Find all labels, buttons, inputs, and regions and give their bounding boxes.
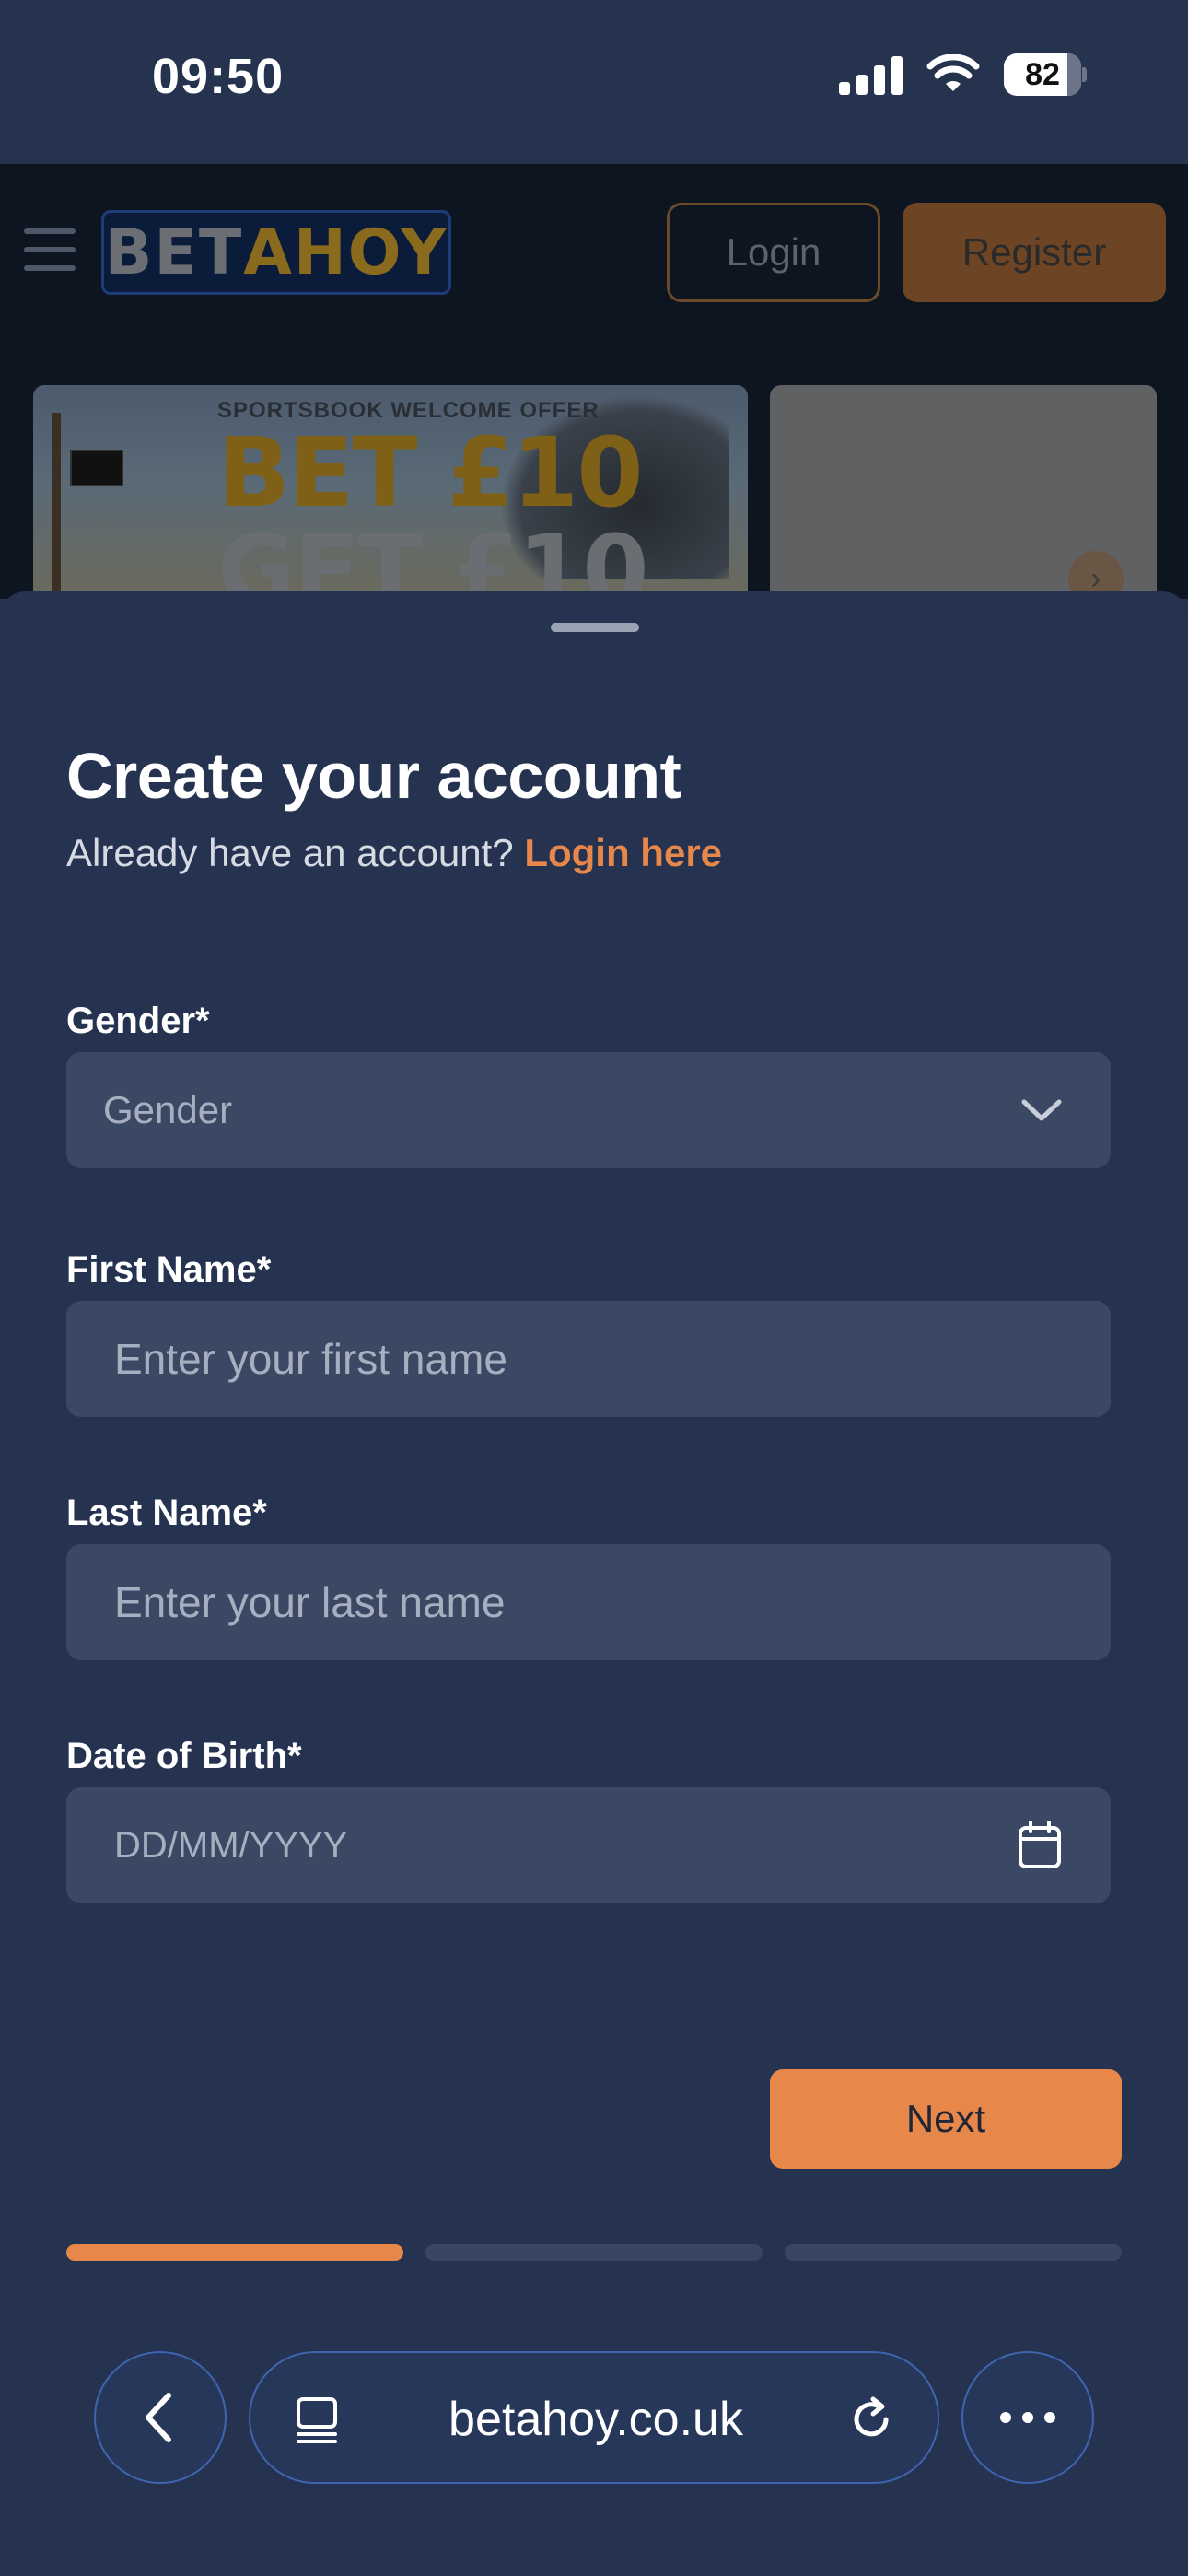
dob-input[interactable] xyxy=(66,1787,1111,1903)
browser-toolbar: betahoy.co.uk xyxy=(0,2340,1188,2576)
pirate-flag-icon xyxy=(70,450,123,486)
chevron-down-icon xyxy=(1021,1099,1062,1121)
status-bar: 09:50 82 xyxy=(0,0,1188,164)
menu-icon[interactable] xyxy=(24,228,76,271)
progress-step-2 xyxy=(425,2244,763,2261)
last-name-label: Last Name* xyxy=(66,1493,267,1533)
sheet-grabber[interactable] xyxy=(551,623,639,632)
step-progress xyxy=(66,2244,1122,2263)
battery-icon: 82 xyxy=(1004,53,1087,96)
login-prompt: Already have an account? Login here xyxy=(66,831,722,875)
banner-headline-line1: BET £10 xyxy=(217,416,644,529)
next-button[interactable]: Next xyxy=(770,2069,1122,2169)
progress-step-1 xyxy=(66,2244,403,2261)
dob-label: Date of Birth* xyxy=(66,1736,302,1776)
site-header: BET AHOY Login Register xyxy=(0,164,1188,341)
first-name-field xyxy=(66,1301,1111,1417)
back-icon xyxy=(146,2393,171,2442)
header-register-button[interactable]: Register xyxy=(903,203,1166,302)
calendar-icon[interactable] xyxy=(1017,1821,1063,1870)
progress-step-3 xyxy=(785,2244,1122,2261)
address-bar[interactable]: betahoy.co.uk xyxy=(249,2351,939,2484)
promo-carousel: SPORTSBOOK WELCOME OFFER BET £10 GET £10… xyxy=(0,341,1188,606)
gender-select[interactable]: Gender xyxy=(66,1052,1111,1168)
login-here-link[interactable]: Login here xyxy=(524,831,722,874)
betahoy-logo[interactable]: BET AHOY xyxy=(101,210,451,295)
address-bar-url: betahoy.co.uk xyxy=(448,2393,743,2446)
dob-field xyxy=(66,1787,1111,1903)
first-name-label: First Name* xyxy=(66,1249,272,1290)
screen: 09:50 82 BET AHOY Login Register SPORTSB… xyxy=(0,0,1188,2576)
login-prompt-text: Already have an account? xyxy=(66,831,514,874)
browser-back-button[interactable] xyxy=(94,2351,227,2484)
status-icons: 82 xyxy=(839,53,1087,96)
last-name-input[interactable] xyxy=(66,1544,1111,1660)
reload-icon[interactable] xyxy=(845,2394,897,2445)
last-name-field xyxy=(66,1544,1111,1660)
welcome-offer-banner[interactable]: SPORTSBOOK WELCOME OFFER BET £10 GET £10… xyxy=(33,385,748,606)
gender-label: Gender* xyxy=(66,1001,210,1041)
first-name-input[interactable] xyxy=(66,1301,1111,1417)
battery-level: 82 xyxy=(1025,57,1060,92)
wifi-icon xyxy=(926,54,980,91)
header-login-button[interactable]: Login xyxy=(667,203,880,302)
page-title: Create your account xyxy=(66,740,681,812)
registration-sheet: Create your account Already have an acco… xyxy=(0,591,1188,2576)
gender-select-value: Gender xyxy=(103,1088,233,1131)
more-icon[interactable] xyxy=(961,2351,1094,2484)
signal-icon xyxy=(839,54,903,95)
status-time: 09:50 xyxy=(152,49,285,104)
